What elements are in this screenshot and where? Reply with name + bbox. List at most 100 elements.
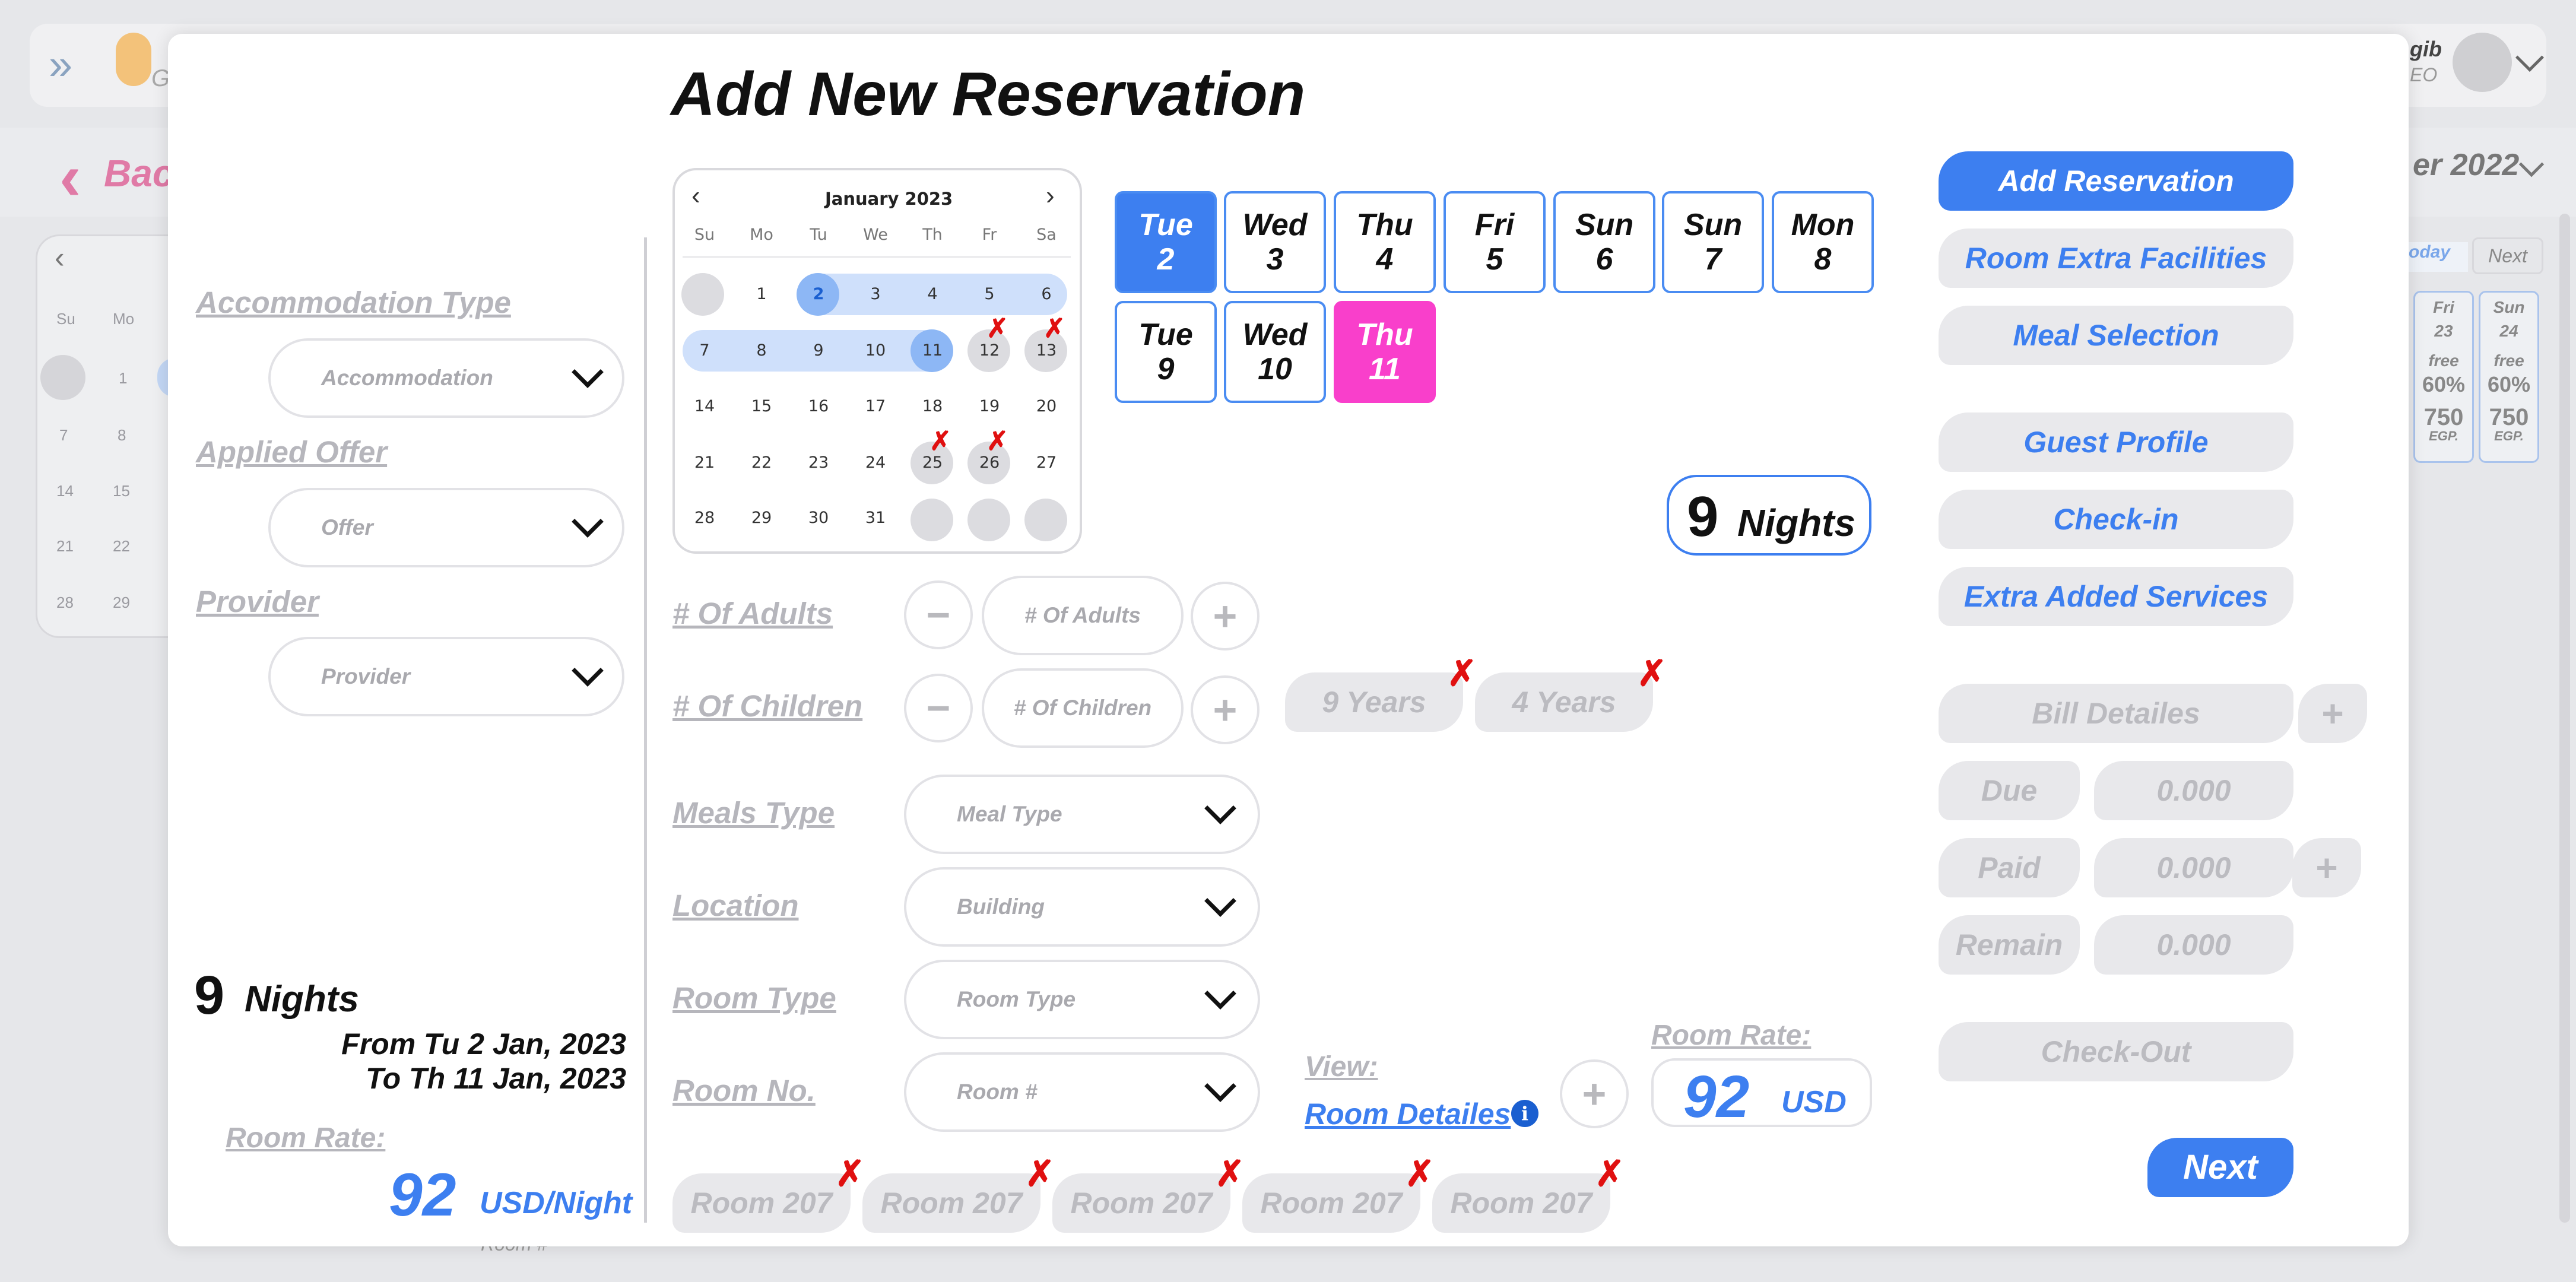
day-chip[interactable]: Fri 5 <box>1444 191 1546 293</box>
location-select[interactable]: Building <box>904 867 1260 947</box>
background-cal-prev-icon[interactable]: ‹ <box>55 240 65 275</box>
room-type-select[interactable]: Room Type <box>904 960 1260 1039</box>
calendar-day[interactable]: 29 <box>741 497 782 539</box>
remove-x-icon[interactable]: ✗ <box>1447 653 1477 694</box>
calendar-day[interactable]: 27 <box>1026 442 1067 484</box>
calendar-day[interactable]: 1 <box>741 274 782 315</box>
child-age-chip[interactable]: 9 Years <box>1285 672 1463 732</box>
adults-decrement-button[interactable]: − <box>904 580 973 649</box>
calendar-day[interactable]: 14 <box>684 386 725 427</box>
calendar-day[interactable]: 2 <box>798 274 839 315</box>
expand-icon[interactable]: » <box>49 40 72 89</box>
calendar-day[interactable]: 11 <box>912 330 953 372</box>
due-label: Due <box>1939 761 2080 820</box>
room-no-select[interactable]: Room # <box>904 1052 1260 1132</box>
children-input[interactable]: # Of Children <box>982 668 1184 748</box>
room-details-link[interactable]: Room Detailes <box>1305 1097 1511 1131</box>
left-panel-divider <box>644 237 647 1223</box>
check-in-button[interactable]: Check-in <box>1939 490 2293 549</box>
meal-type-select[interactable]: Meal Type <box>904 775 1260 854</box>
calendar-day[interactable]: 21 <box>684 442 725 484</box>
date-to: To Th 11 Jan, 2023 <box>365 1062 626 1095</box>
extra-added-services-button[interactable]: Extra Added Services <box>1939 567 2293 626</box>
room-chip[interactable]: Room 207 <box>1242 1173 1420 1233</box>
adults-increment-button[interactable]: + <box>1191 582 1260 650</box>
day-chip[interactable]: Thu 4 <box>1334 191 1436 293</box>
day-chip[interactable]: Tue 9 <box>1115 301 1217 403</box>
provider-select[interactable]: Provider <box>268 637 624 716</box>
info-icon[interactable]: i <box>1511 1100 1538 1127</box>
calendar-day[interactable]: 15 <box>741 386 782 427</box>
accommodation-type-label: Accommodation Type <box>196 285 511 319</box>
room-no-label: Room No. <box>672 1074 816 1108</box>
calendar-day[interactable]: 4 <box>912 274 953 315</box>
remove-x-icon[interactable]: ✗ <box>1025 1153 1055 1195</box>
calendar-day[interactable]: 22 <box>741 442 782 484</box>
day-chip[interactable]: Mon 8 <box>1772 191 1874 293</box>
day-chip[interactable]: Sun 6 <box>1553 191 1655 293</box>
chevron-down-icon <box>1204 1070 1236 1102</box>
add-room-button[interactable]: + <box>1560 1059 1629 1128</box>
page-title: Add New Reservation <box>671 60 1306 129</box>
room-chip[interactable]: Room 207 <box>672 1173 851 1233</box>
day-chip-selected[interactable]: Tue 2 <box>1115 191 1217 293</box>
calendar-day[interactable]: 5 <box>969 274 1010 315</box>
remove-x-icon[interactable]: ✗ <box>1595 1153 1625 1195</box>
calendar-day[interactable]: 18 <box>912 386 953 427</box>
remove-x-icon[interactable]: ✗ <box>1215 1153 1245 1195</box>
avatar[interactable] <box>2453 33 2512 92</box>
next-button[interactable]: Next <box>2147 1138 2293 1197</box>
adults-input[interactable]: # Of Adults <box>982 576 1184 655</box>
day-chip[interactable]: Wed 10 <box>1224 301 1326 403</box>
calendar-day[interactable]: 19 <box>969 386 1010 427</box>
add-payment-button[interactable]: + <box>2292 838 2361 897</box>
calendar-day[interactable]: 6 <box>1026 274 1067 315</box>
calendar-day[interactable]: 30 <box>798 497 839 539</box>
calendar-next-icon[interactable]: › <box>1046 181 1055 211</box>
children-decrement-button[interactable]: − <box>904 674 973 742</box>
calendar-day[interactable]: 8 <box>741 330 782 372</box>
back-arrow-icon[interactable]: ‹ <box>59 139 81 215</box>
remove-x-icon[interactable]: ✗ <box>835 1153 865 1195</box>
calendar-day[interactable]: 9 <box>798 330 839 372</box>
calendar-month-label: January 2023 <box>825 189 953 209</box>
calendar-day[interactable]: 20 <box>1026 386 1067 427</box>
room-chip[interactable]: Room 207 <box>1052 1173 1230 1233</box>
accommodation-select[interactable]: Accommodation <box>268 338 624 418</box>
calendar-prev-icon[interactable]: ‹ <box>691 181 700 211</box>
calendar-separator <box>683 256 1071 258</box>
day-chip[interactable]: Wed 3 <box>1224 191 1326 293</box>
calendar-day[interactable]: 10 <box>855 330 896 372</box>
calendar-day[interactable]: 7 <box>684 330 725 372</box>
room-extra-facilities-button[interactable]: Room Extra Facilities <box>1939 229 2293 288</box>
calendar-day[interactable]: 23 <box>798 442 839 484</box>
children-increment-button[interactable]: + <box>1191 675 1260 744</box>
child-age-chip[interactable]: 4 Years <box>1475 672 1653 732</box>
meal-selection-button[interactable]: Meal Selection <box>1939 306 2293 365</box>
day-chip-date: 8 <box>1814 242 1832 277</box>
check-out-button[interactable]: Check-Out <box>1939 1022 2293 1081</box>
calendar-day[interactable]: 24 <box>855 442 896 484</box>
background-scrollbar[interactable] <box>2559 214 2570 1223</box>
calendar-day[interactable]: 28 <box>684 497 725 539</box>
add-bill-button[interactable]: + <box>2298 684 2367 743</box>
back-label[interactable]: Bac <box>104 151 173 195</box>
offer-select[interactable]: Offer <box>268 488 624 567</box>
calendar-day[interactable]: 16 <box>798 386 839 427</box>
background-cal-day: 15 <box>113 482 130 500</box>
add-reservation-button[interactable]: Add Reservation <box>1939 151 2293 211</box>
calendar-day[interactable]: 31 <box>855 497 896 539</box>
remove-x-icon[interactable]: ✗ <box>1405 1153 1435 1195</box>
day-chip[interactable]: Sun 7 <box>1662 191 1764 293</box>
remove-x-icon[interactable]: ✗ <box>1637 653 1667 694</box>
calendar-day-disabled <box>681 273 724 316</box>
room-chip[interactable]: Room 207 <box>1432 1173 1610 1233</box>
calendar-day[interactable]: 3 <box>855 274 896 315</box>
background-today-button[interactable]: oday <box>2409 242 2468 272</box>
bill-details-button[interactable]: Bill Detailes <box>1939 684 2293 743</box>
background-next-button[interactable]: Next <box>2472 237 2543 274</box>
calendar-day[interactable]: 17 <box>855 386 896 427</box>
guest-profile-button[interactable]: Guest Profile <box>1939 412 2293 472</box>
day-chip-checkout[interactable]: Thu 11 <box>1334 301 1436 403</box>
room-chip[interactable]: Room 207 <box>862 1173 1040 1233</box>
